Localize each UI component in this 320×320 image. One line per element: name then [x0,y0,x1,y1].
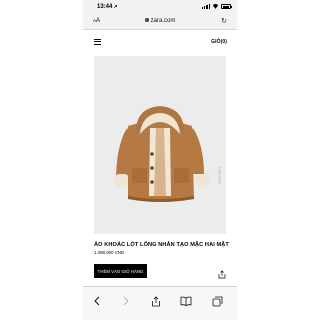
status-time: 13:44↗ [97,4,118,10]
clock-text: 13:44 [97,4,113,10]
coat-illustration [114,106,210,202]
browser-toolbar [83,286,237,320]
status-indicators [201,4,232,9]
product-image[interactable]: ZARA.COM [94,56,226,234]
image-caption: ZARA.COM [217,166,221,184]
wifi-icon [212,4,219,9]
bookmarks-icon[interactable] [180,295,192,307]
forward-icon[interactable] [120,295,132,307]
share-icon[interactable] [218,266,226,279]
reload-icon[interactable]: ↻ [221,17,227,25]
browser-address-bar[interactable]: AA zara.com ↻ [83,14,237,30]
back-icon[interactable] [91,295,103,307]
signal-icon [201,4,210,9]
product-price: 1.399.000 VND [94,250,125,255]
toolbar-share-icon[interactable] [150,295,162,307]
phone-screen: 13:44↗ AA zara.com ↻ GIỎ(0) ZARA.COM ÁO … [83,0,237,320]
add-to-cart-button[interactable]: THÊM VÀO GIỎ HÀNG [94,264,147,278]
url-text: zara.com [150,18,176,24]
location-arrow-icon: ↗ [113,4,118,10]
hamburger-icon[interactable] [94,39,101,45]
url-display[interactable]: zara.com [83,18,237,24]
cart-link[interactable]: GIỎ(0) [211,39,227,45]
product-title: ÁO KHOÁC LÓT LÔNG NHÂN TẠO MẶC HAI MẶT [94,242,229,248]
battery-icon [221,4,232,9]
site-header: GIỎ(0) [83,30,237,54]
status-bar: 13:44↗ [83,0,237,14]
lock-icon [144,18,149,22]
tabs-icon[interactable] [211,295,223,307]
